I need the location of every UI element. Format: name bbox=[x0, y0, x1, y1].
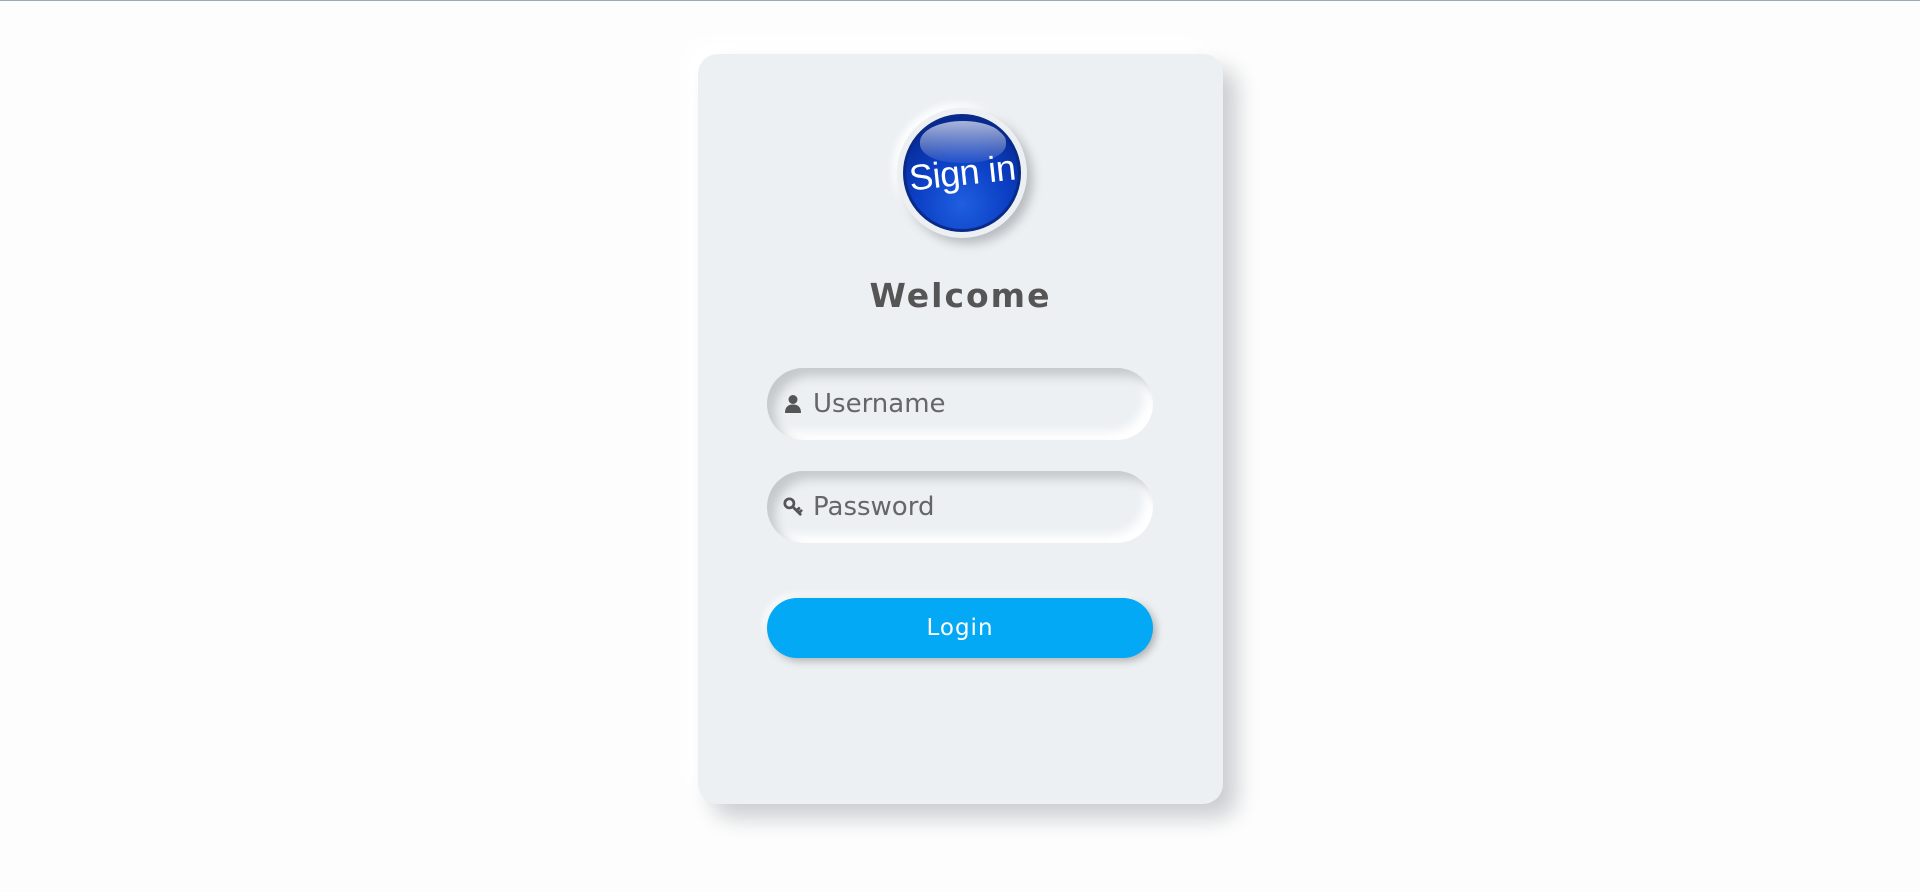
login-button[interactable]: Login bbox=[767, 598, 1153, 658]
sign-in-logo: Sign in bbox=[903, 114, 1021, 232]
logo-frame: Sign in bbox=[897, 108, 1027, 238]
page-title: Welcome bbox=[869, 276, 1052, 315]
logo-text: Sign in bbox=[906, 146, 1018, 199]
username-input[interactable] bbox=[813, 374, 1133, 434]
top-border-line bbox=[0, 0, 1920, 1]
password-field[interactable] bbox=[767, 471, 1153, 543]
login-card: Sign in Welcome Login bbox=[698, 54, 1223, 804]
username-field[interactable] bbox=[767, 368, 1153, 440]
key-icon bbox=[783, 496, 803, 518]
user-icon bbox=[783, 393, 803, 415]
password-input[interactable] bbox=[813, 477, 1133, 537]
